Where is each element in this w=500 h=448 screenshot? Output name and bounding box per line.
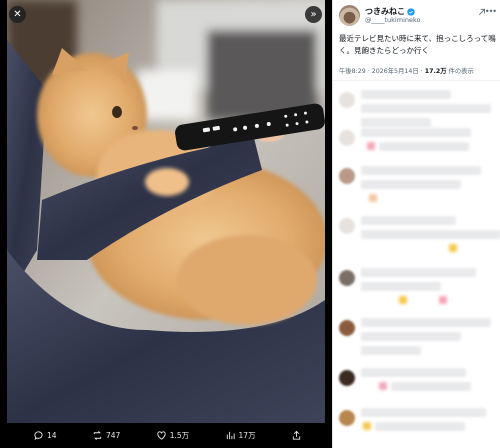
reply-item[interactable] [339,262,499,314]
reply-line [361,346,421,355]
verified-badge-icon [407,7,415,16]
reply-line [361,166,481,175]
reply-avatar [339,130,355,146]
repost-icon [93,431,102,440]
share-button[interactable] [291,430,302,441]
next-media-button[interactable]: » [305,6,322,23]
tweet-detail-panel: つきみねこ @____tukimineko ••• 最近テレビ見たい時に来て、抱… [332,0,500,448]
reply-line [361,180,461,189]
reply-avatar [339,410,355,426]
reply-icon [34,431,43,441]
reply-line [361,230,500,239]
like-button[interactable]: 1.5万 [156,430,189,441]
reply-avatar [339,168,355,184]
reply-button[interactable]: 14 [33,430,57,441]
divider [333,80,500,81]
reply-avatar [339,92,355,108]
reply-item[interactable] [339,402,499,448]
close-icon: ✕ [13,9,22,20]
media-viewer: ✕ » 14 747 1.5万 17万 [0,0,332,448]
heart-icon [157,431,166,440]
close-button[interactable]: ✕ [9,6,26,23]
reply-line [361,368,466,377]
bar-chart-icon [226,431,235,440]
repost-count: 747 [105,431,121,440]
tweet-view-count: 17.2万 [424,68,447,75]
reply-line [361,332,461,341]
reply-emoji [363,422,371,430]
tweet-meta: 午後8:29 · 2026年5月14日 · 17.2万 件の表示 [339,66,497,75]
view-count: 17万 [238,431,256,440]
reply-avatar [339,320,355,336]
views-button[interactable]: 17万 [225,430,256,441]
reply-emoji [379,382,387,390]
reply-line [361,408,486,417]
tweet-timestamp[interactable]: 午後8:29 · 2026年5月14日 · [339,68,425,75]
reply-avatar [339,370,355,386]
reply-line [361,128,471,137]
like-count: 1.5万 [169,431,190,440]
share-icon [292,430,301,440]
cat-photo-image [7,0,325,423]
more-options-icon[interactable]: ••• [485,7,497,16]
reply-line [361,90,451,99]
author-handle[interactable]: @____tukimineko [365,16,421,24]
reply-emoji [399,296,407,304]
reply-line [391,382,471,391]
tweet-action-bar: 14 747 1.5万 17万 [0,423,332,448]
tweet-view-label: 件の表示 [446,68,474,75]
reply-avatar [339,270,355,286]
reply-count: 14 [47,431,57,440]
reply-emoji [367,142,375,150]
reply-line [361,216,456,225]
reply-emoji [449,244,457,252]
avatar[interactable] [339,5,360,26]
reply-line [361,104,491,113]
reply-line [361,282,441,291]
reply-item[interactable] [339,210,500,262]
reply-avatar [339,218,355,234]
reply-line [375,422,465,431]
reply-item[interactable] [339,160,499,212]
reply-line [361,318,491,327]
reply-line [379,142,469,151]
repost-button[interactable]: 747 [92,430,120,441]
tweet-photo[interactable] [7,0,325,423]
tweet-text: 最近テレビ見たい時に来て、抱っこしろって鳴く。見飽きたらどっか行く [339,34,496,55]
reply-emoji [439,296,447,304]
reply-line [361,268,476,277]
tweet-author: つきみねこ @____tukimineko ••• [339,5,497,27]
chevron-right-icon: » [310,9,317,20]
reply-item[interactable] [339,312,499,364]
reply-emoji [369,194,377,202]
